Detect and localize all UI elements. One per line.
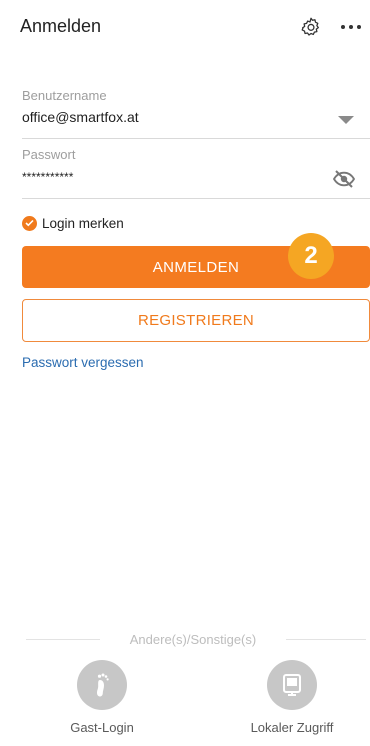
register-button[interactable]: REGISTRIEREN: [22, 299, 370, 342]
password-label: Passwort: [22, 147, 76, 162]
username-label: Benutzername: [22, 88, 107, 103]
eye-off-icon[interactable]: [332, 169, 356, 189]
check-circle-icon[interactable]: [22, 215, 37, 231]
login-screen: Anmelden Benutzername office@smartfox.at…: [0, 0, 370, 746]
local-access-button[interactable]: Lokaler Zugriff: [240, 660, 344, 735]
local-access-label: Lokaler Zugriff: [250, 720, 334, 735]
local-access-circle[interactable]: [267, 660, 317, 710]
remember-login-checkbox[interactable]: Login merken: [22, 213, 124, 233]
more-button[interactable]: [338, 14, 364, 40]
gear-icon: [301, 17, 319, 36]
divider-left: [26, 639, 100, 640]
settings-button[interactable]: [298, 14, 324, 40]
guest-login-circle[interactable]: [77, 660, 127, 710]
header: Anmelden: [0, 0, 370, 56]
login-button-label: ANMELDEN: [152, 258, 240, 276]
other-logins-label: Andere(s)/Sonstige(s): [129, 632, 257, 647]
password-value[interactable]: ***********: [22, 170, 370, 184]
register-button-label: REGISTRIEREN: [137, 312, 255, 329]
guest-login-label: Gast-Login: [70, 720, 134, 735]
username-value[interactable]: office@smartfox.at: [22, 109, 370, 125]
page-title: Anmelden: [20, 16, 102, 36]
triangle-down-icon[interactable]: [338, 116, 354, 124]
step-badge: 2: [288, 233, 334, 279]
guest-login-button[interactable]: Gast-Login: [52, 660, 152, 735]
divider-right: [286, 639, 366, 640]
device-icon: [283, 674, 301, 696]
password-field[interactable]: Passwort ***********: [22, 147, 370, 199]
step-badge-number: 2: [304, 242, 318, 269]
footprint-icon: [97, 673, 109, 697]
username-field[interactable]: Benutzername office@smartfox.at: [22, 88, 370, 139]
remember-login-label: Login merken: [42, 215, 124, 231]
more-dots-icon: [341, 25, 361, 29]
forgot-password-link[interactable]: Passwort vergessen: [22, 355, 144, 370]
